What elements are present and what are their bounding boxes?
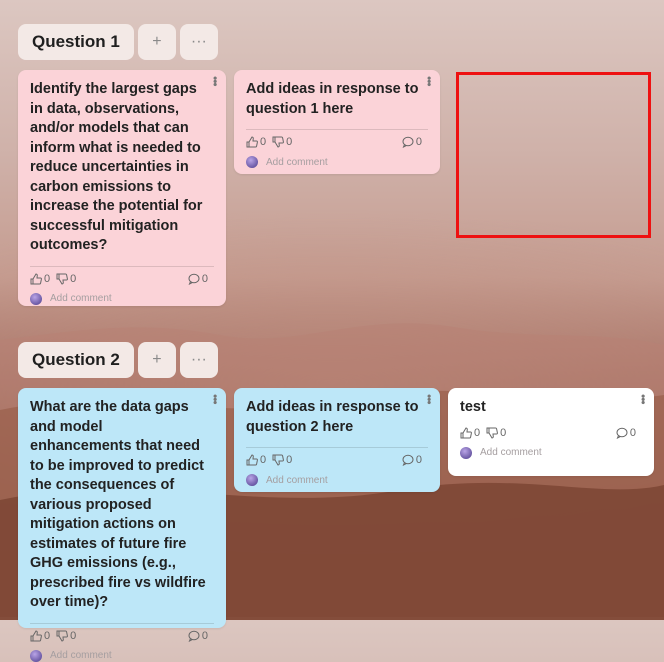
dislike-button[interactable]: 0 bbox=[56, 630, 76, 642]
section-more-button[interactable]: ··· bbox=[179, 342, 218, 378]
user-avatar bbox=[460, 446, 472, 459]
comment-bubble-icon bbox=[616, 427, 628, 439]
thumbs-up-icon bbox=[30, 272, 42, 284]
thumbs-down-icon bbox=[272, 136, 285, 148]
like-button[interactable]: 0 bbox=[460, 427, 480, 439]
comment-bubble-icon bbox=[402, 136, 414, 148]
section-header-question-2: Question 2 + ··· bbox=[18, 342, 218, 378]
add-comment-placeholder[interactable]: Add comment bbox=[50, 650, 112, 661]
add-comment-placeholder[interactable]: Add comment bbox=[480, 447, 542, 458]
kebab-menu-icon[interactable]: ••• bbox=[422, 394, 436, 404]
reactions-row: 0 0 0 bbox=[246, 136, 428, 148]
like-count: 0 bbox=[260, 454, 267, 466]
comment-bubble-icon bbox=[188, 630, 200, 642]
thumbs-up-icon bbox=[246, 136, 258, 148]
thumbs-down-icon bbox=[56, 630, 69, 642]
user-avatar bbox=[246, 156, 258, 168]
idea-card[interactable]: ••• Add ideas in response to question 2 … bbox=[234, 388, 440, 492]
add-card-button[interactable]: + bbox=[137, 342, 176, 378]
like-count: 0 bbox=[44, 272, 51, 285]
idea-card[interactable]: ••• Identify the largest gaps in data, o… bbox=[18, 70, 226, 306]
comments-button[interactable]: 0 bbox=[402, 454, 422, 466]
comment-count: 0 bbox=[201, 272, 208, 285]
divider bbox=[30, 265, 214, 267]
comment-bubble-icon bbox=[188, 273, 200, 285]
section-header-question-1: Question 1 + ··· bbox=[18, 24, 218, 60]
divider bbox=[460, 422, 642, 423]
divider bbox=[246, 447, 428, 448]
add-comment-placeholder[interactable]: Add comment bbox=[266, 475, 328, 486]
dislike-count: 0 bbox=[70, 629, 77, 642]
reactions-row: 0 0 0 bbox=[30, 273, 214, 285]
user-avatar bbox=[246, 474, 258, 486]
card-text: test bbox=[460, 399, 486, 415]
user-avatar bbox=[30, 292, 42, 305]
dislike-count: 0 bbox=[500, 426, 507, 439]
thumbs-up-icon bbox=[246, 454, 258, 466]
kebab-menu-icon[interactable]: ••• bbox=[208, 76, 222, 86]
like-button[interactable]: 0 bbox=[246, 454, 266, 466]
idea-card[interactable]: ••• What are the data gaps and model enh… bbox=[18, 388, 226, 662]
section-title[interactable]: Question 1 bbox=[18, 24, 134, 60]
user-avatar bbox=[30, 649, 42, 662]
add-comment-placeholder[interactable]: Add comment bbox=[266, 157, 328, 168]
reactions-row: 0 0 0 bbox=[246, 454, 428, 466]
highlight-rectangle bbox=[456, 72, 651, 238]
comments-button[interactable]: 0 bbox=[188, 630, 208, 642]
like-count: 0 bbox=[44, 629, 51, 642]
comments-button[interactable]: 0 bbox=[188, 273, 208, 285]
card-text: Identify the largest gaps in data, obser… bbox=[30, 81, 203, 253]
comment-count: 0 bbox=[415, 136, 422, 148]
section-more-button[interactable]: ··· bbox=[179, 24, 218, 60]
comments-button[interactable]: 0 bbox=[616, 427, 636, 439]
reactions-row: 0 0 0 bbox=[460, 427, 642, 439]
comment-count: 0 bbox=[415, 454, 422, 466]
kebab-menu-icon[interactable]: ••• bbox=[636, 394, 650, 404]
add-comment-row[interactable]: Add comment bbox=[246, 156, 428, 168]
like-button[interactable]: 0 bbox=[30, 273, 50, 285]
comment-count: 0 bbox=[201, 629, 208, 642]
dislike-button[interactable]: 0 bbox=[272, 136, 292, 148]
thumbs-up-icon bbox=[460, 426, 472, 438]
add-card-button[interactable]: + bbox=[137, 24, 176, 60]
dislike-button[interactable]: 0 bbox=[272, 454, 292, 466]
comment-bubble-icon bbox=[402, 454, 414, 466]
dislike-button[interactable]: 0 bbox=[486, 427, 506, 439]
kebab-menu-icon[interactable]: ••• bbox=[208, 394, 222, 404]
add-comment-row[interactable]: Add comment bbox=[30, 292, 214, 305]
divider bbox=[30, 622, 214, 624]
add-comment-placeholder[interactable]: Add comment bbox=[50, 293, 112, 304]
comments-button[interactable]: 0 bbox=[402, 136, 422, 148]
add-comment-row[interactable]: Add comment bbox=[30, 649, 214, 662]
dislike-count: 0 bbox=[286, 454, 293, 466]
kebab-menu-icon[interactable]: ••• bbox=[422, 76, 436, 86]
card-text: Add ideas in response to question 1 here bbox=[246, 81, 419, 117]
add-comment-row[interactable]: Add comment bbox=[460, 446, 642, 459]
thumbs-down-icon bbox=[272, 454, 285, 466]
card-text: Add ideas in response to question 2 here bbox=[246, 399, 419, 435]
like-count: 0 bbox=[260, 136, 267, 148]
idea-card[interactable]: ••• test 0 0 0 Add comment bbox=[448, 388, 654, 476]
reactions-row: 0 0 0 bbox=[30, 630, 214, 642]
thumbs-up-icon bbox=[30, 629, 42, 641]
like-button[interactable]: 0 bbox=[30, 630, 50, 642]
card-text: What are the data gaps and model enhance… bbox=[30, 399, 206, 610]
thumbs-down-icon bbox=[56, 273, 69, 285]
dislike-button[interactable]: 0 bbox=[56, 273, 76, 285]
idea-card[interactable]: ••• Add ideas in response to question 1 … bbox=[234, 70, 440, 174]
divider bbox=[246, 129, 428, 130]
dislike-count: 0 bbox=[70, 272, 77, 285]
thumbs-down-icon bbox=[486, 427, 499, 439]
section-title[interactable]: Question 2 bbox=[18, 342, 134, 378]
dislike-count: 0 bbox=[286, 136, 293, 148]
like-button[interactable]: 0 bbox=[246, 136, 266, 148]
add-comment-row[interactable]: Add comment bbox=[246, 474, 428, 486]
like-count: 0 bbox=[474, 426, 481, 439]
comment-count: 0 bbox=[629, 426, 636, 439]
